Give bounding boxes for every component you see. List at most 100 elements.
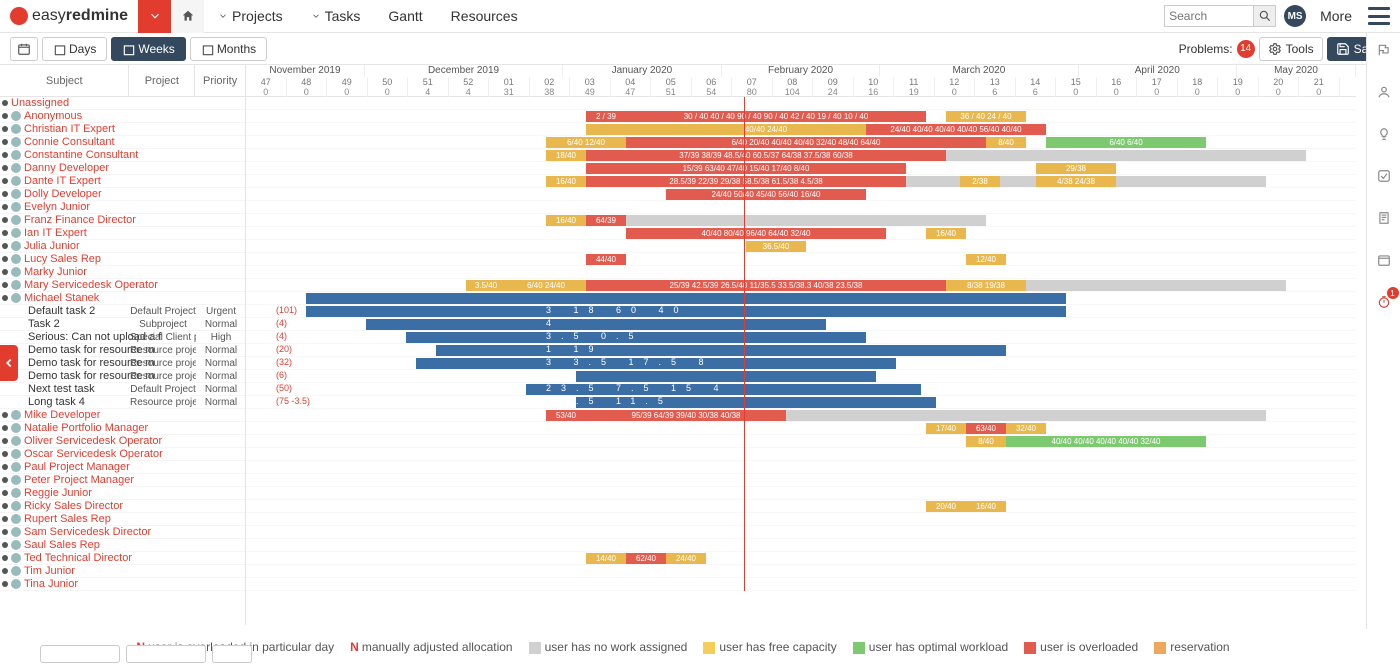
resource-name[interactable]: Mary Servicedesk Operator [24, 279, 158, 291]
resource-name[interactable]: Julia Junior [24, 240, 80, 252]
resource-name[interactable]: Constantine Consultant [24, 149, 138, 161]
settings-menu-icon[interactable] [1368, 7, 1390, 25]
resource-name[interactable]: Sam Servicedesk Director [24, 526, 151, 538]
allocation-bar[interactable]: 64/39 [586, 215, 626, 226]
allocation-bar[interactable] [436, 345, 1006, 356]
resource-row[interactable]: Natalie Portfolio Manager [0, 422, 245, 435]
expand-icon[interactable] [2, 243, 8, 249]
resource-row[interactable]: Marky Junior [0, 266, 245, 279]
allocation-bar[interactable]: 18/40 [546, 150, 586, 161]
expand-icon[interactable] [2, 269, 8, 275]
allocation-bar[interactable]: 37/39 38/39 48.5/40 60.5/37 64/38 37.5/3… [586, 150, 946, 161]
resource-name[interactable]: Dante IT Expert [24, 175, 101, 187]
expand-icon[interactable] [2, 282, 8, 288]
allocation-bar[interactable] [626, 215, 986, 226]
allocation-bar[interactable]: 25/39 42.5/39 26.5/40 11/35.5 33.5/38.3 … [586, 280, 946, 291]
allocation-bar[interactable]: 8/40 [966, 436, 1006, 447]
resource-row[interactable]: Tim Junior [0, 565, 245, 578]
expand-icon[interactable] [2, 191, 8, 197]
allocation-bar[interactable] [946, 150, 1306, 161]
expand-icon[interactable] [2, 581, 8, 587]
allocation-bar[interactable]: 62/40 [626, 553, 666, 564]
expand-icon[interactable] [2, 477, 8, 483]
task-name[interactable]: Default task 2 [28, 305, 95, 317]
expand-icon[interactable] [2, 126, 8, 132]
resource-name[interactable]: Lucy Sales Rep [24, 253, 101, 265]
allocation-bar[interactable]: 40/40 80/40 96/40 64/40 32/40 [626, 228, 886, 239]
resource-row[interactable]: Evelyn Junior [0, 201, 245, 214]
resource-row[interactable]: Danny Developer [0, 162, 245, 175]
allocation-bar[interactable] [576, 371, 876, 382]
allocation-bar[interactable]: 95/39 64/39 39/40 30/38 40/38 [586, 410, 786, 421]
task-row[interactable]: Serious: Can not upload a fSpecial Clien… [0, 331, 245, 344]
task-row[interactable]: Next test taskDefault ProjectNormal [0, 383, 245, 396]
allocation-bar[interactable]: 16/40 [926, 228, 966, 239]
task-row[interactable]: Task 2SubprojectNormal [0, 318, 245, 331]
more-button[interactable]: More [1314, 8, 1358, 24]
expand-icon[interactable] [2, 490, 8, 496]
resource-name[interactable]: Peter Project Manager [24, 474, 134, 486]
resource-row[interactable]: Mike Developer [0, 409, 245, 422]
allocation-bar[interactable]: 63/40 [966, 423, 1006, 434]
allocation-bar[interactable]: 8/38 19/38 [946, 280, 1026, 291]
expand-icon[interactable] [2, 113, 8, 119]
user-avatar[interactable]: MS [1284, 5, 1306, 27]
resource-name[interactable]: Saul Sales Rep [24, 539, 100, 551]
collapse-sidebar-button[interactable] [0, 345, 18, 381]
allocation-bar[interactable]: 6/40 6/40 [1046, 137, 1206, 148]
expand-icon[interactable] [2, 542, 8, 548]
filter-3[interactable] [212, 645, 252, 663]
allocation-bar[interactable]: 24/40 40/40 40/40 40/40 56/40 40/40 [866, 124, 1046, 135]
allocation-bar[interactable]: 53/40 [546, 410, 586, 421]
resource-row[interactable]: Dante IT Expert [0, 175, 245, 188]
task-name[interactable]: Task 2 [28, 318, 60, 330]
resource-row[interactable]: Dolly Developer [0, 188, 245, 201]
menu-toggle-button[interactable] [138, 0, 171, 33]
resource-row[interactable]: Paul Project Manager [0, 461, 245, 474]
resource-name[interactable]: Natalie Portfolio Manager [24, 422, 148, 434]
resource-row[interactable]: Rupert Sales Rep [0, 513, 245, 526]
task-name[interactable]: Next test task [28, 383, 95, 395]
allocation-bar[interactable]: 15/39 63/40 47/40 15/40 17/40 8/40 [586, 163, 906, 174]
allocation-bar[interactable]: 16/40 [546, 215, 586, 226]
allocation-bar[interactable]: 32/40 [1006, 423, 1046, 434]
task-row[interactable]: Demo task for resource mResource project… [0, 370, 245, 383]
nav-gantt[interactable]: Gantt [374, 0, 436, 33]
lightbulb-icon[interactable] [1373, 123, 1395, 145]
allocation-bar[interactable]: 17/40 [926, 423, 966, 434]
expand-icon[interactable] [2, 165, 8, 171]
home-button[interactable] [171, 0, 204, 33]
tools-button[interactable]: Tools [1259, 37, 1323, 61]
task-row[interactable]: Long task 4Resource project 2Normal [0, 396, 245, 409]
resource-row[interactable]: Oscar Servicedesk Operator [0, 448, 245, 461]
search-button[interactable] [1254, 5, 1276, 27]
person-icon[interactable] [1373, 81, 1395, 103]
allocation-bar[interactable]: 16/40 [966, 501, 1006, 512]
note-icon[interactable] [1373, 207, 1395, 229]
allocation-bar[interactable]: 3.5/40 [466, 280, 506, 291]
expand-icon[interactable] [2, 568, 8, 574]
resource-name[interactable]: Ted Technical Director [24, 552, 132, 564]
resource-name[interactable]: Mike Developer [24, 409, 100, 421]
allocation-bar[interactable]: 30 / 40 40 / 40 90 / 40 90 / 40 42 / 40 … [626, 111, 926, 122]
allocation-bar[interactable]: 12/40 [966, 254, 1006, 265]
resource-name[interactable]: Danny Developer [24, 162, 109, 174]
timeline-scroll[interactable]: November 2019December 2019January 2020Fe… [246, 65, 1400, 625]
header-priority[interactable]: Priority [195, 65, 245, 96]
expand-icon[interactable] [2, 256, 8, 262]
filter-2[interactable] [126, 645, 206, 663]
nav-resources[interactable]: Resources [437, 0, 532, 33]
resource-name[interactable]: Anonymous [24, 110, 82, 122]
brand[interactable]: easyredmine [0, 0, 138, 33]
resource-row[interactable]: Sam Servicedesk Director [0, 526, 245, 539]
calendar-icon[interactable] [1373, 249, 1395, 271]
expand-icon[interactable] [2, 451, 8, 457]
resource-name[interactable]: Christian IT Expert [24, 123, 115, 135]
resource-row[interactable]: Connie Consultant [0, 136, 245, 149]
allocation-bar[interactable]: 14/40 [586, 553, 626, 564]
date-picker-button[interactable] [10, 37, 38, 61]
allocation-bar[interactable]: 20/40 [926, 501, 966, 512]
allocation-bar[interactable]: 4/38 24/38 [1036, 176, 1116, 187]
resource-row[interactable]: Oliver Servicedesk Operator [0, 435, 245, 448]
filter-1[interactable] [40, 645, 120, 663]
